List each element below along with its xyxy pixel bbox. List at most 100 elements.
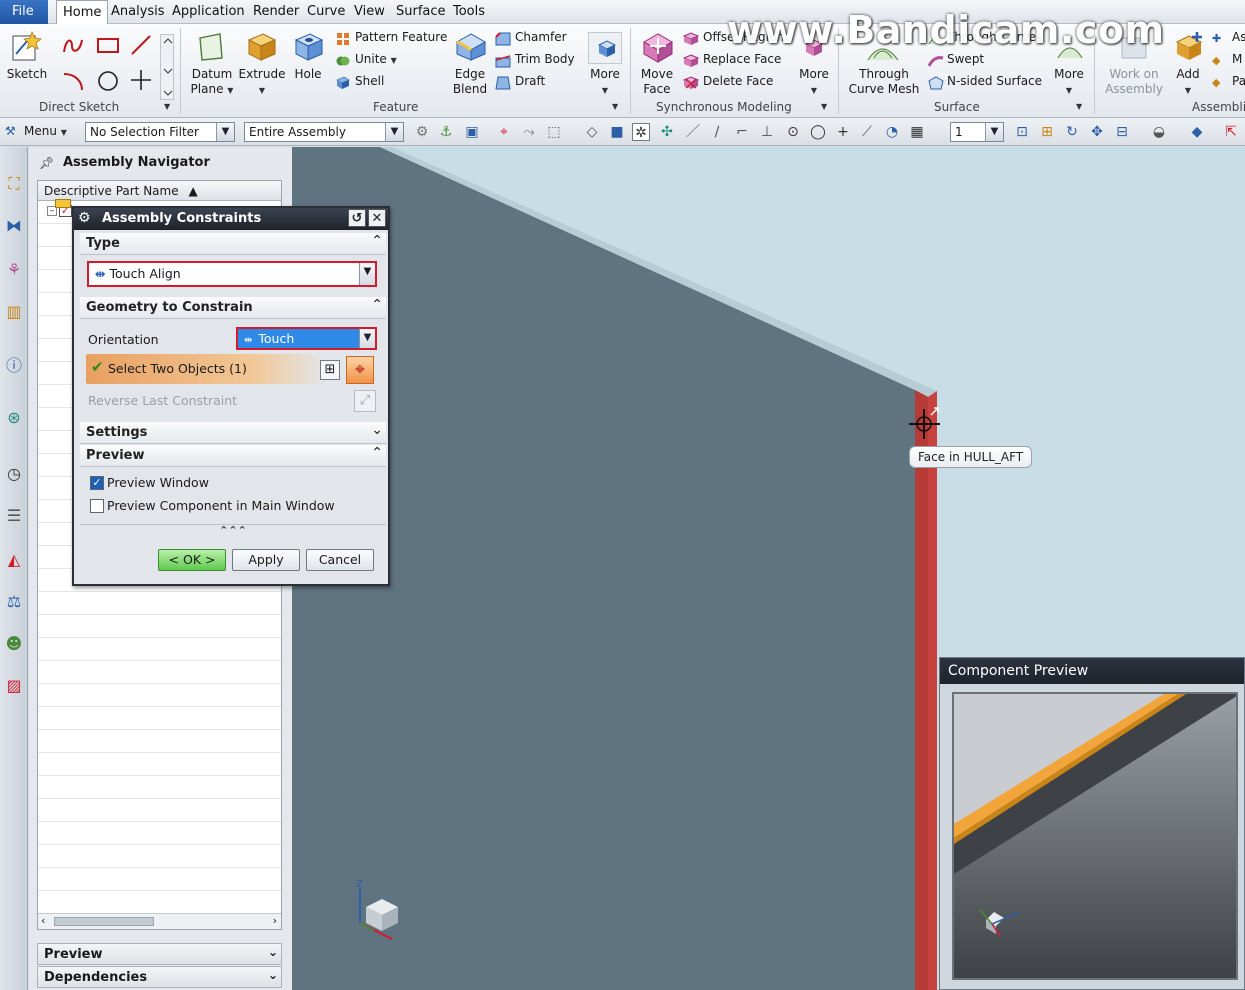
preview-section-header[interactable]: Preview ⌃: [80, 445, 386, 467]
menu-view[interactable]: View: [354, 4, 385, 19]
chamfer-icon[interactable]: [495, 32, 511, 49]
solid-body-filter-icon[interactable]: ◇: [583, 123, 601, 141]
ok-button[interactable]: < OK >: [158, 549, 226, 571]
extrude-label[interactable]: Extrude ▼: [238, 67, 286, 98]
pattern-feature-icon[interactable]: [336, 32, 350, 49]
dialog-title-bar[interactable]: ⚙ Assembly Constraints ↺ ✕: [74, 208, 388, 230]
reset-icon[interactable]: ↺: [348, 209, 366, 227]
orient-view-icon[interactable]: ⊟: [1113, 123, 1131, 141]
offset-region-icon[interactable]: [682, 32, 700, 49]
swept-label[interactable]: Swept: [947, 52, 984, 67]
move-face-icon[interactable]: [640, 30, 674, 67]
add-selection-icon[interactable]: ⊞: [320, 360, 340, 380]
replace-face-label[interactable]: Replace Face: [703, 52, 781, 67]
unite-label[interactable]: Unite ▼: [355, 52, 397, 68]
menu-render[interactable]: Render: [253, 4, 299, 19]
display-icon[interactable]: ◆: [1188, 123, 1206, 141]
assembly-cut-label-3[interactable]: Pa: [1232, 74, 1245, 89]
constraint-type-combo[interactable]: ⇹ Touch Align ▼: [87, 261, 377, 287]
point-on-curve-snap-icon[interactable]: ⟋: [858, 123, 876, 141]
n-sided-surface-icon[interactable]: [928, 76, 944, 93]
through-curve-mesh-label[interactable]: Through Curve Mesh: [846, 67, 922, 97]
settings-section-header[interactable]: Settings ⌄: [80, 422, 386, 444]
direct-sketch-group-dropdown-icon[interactable]: ▼: [164, 102, 170, 111]
menu-icon[interactable]: ⚒: [5, 124, 16, 138]
point-on-surface-snap-icon[interactable]: ◔: [883, 123, 901, 141]
arc-center-snap-icon[interactable]: ⊙: [784, 123, 802, 141]
process-studio-tab-icon[interactable]: ☰: [3, 503, 25, 529]
type-section-header[interactable]: Type ⌃: [80, 233, 386, 255]
move-face-label[interactable]: Move Face: [636, 67, 678, 97]
sketch-icon[interactable]: [10, 30, 42, 67]
gear-icon[interactable]: ⚙: [78, 210, 91, 226]
work-layer-combo[interactable]: 1 ▼: [950, 122, 1004, 142]
menu-button[interactable]: Menu ▼: [24, 124, 67, 140]
select-point-icon[interactable]: ⌖: [346, 356, 374, 384]
intersection-snap-icon[interactable]: ⊥: [758, 123, 776, 141]
apply-button[interactable]: Apply: [232, 549, 300, 571]
datum-plane-icon[interactable]: [196, 32, 226, 65]
bounded-grid-snap-icon[interactable]: ▦: [908, 123, 926, 141]
navigator-preview-section[interactable]: Preview ⌄: [37, 943, 282, 965]
geometry-section-header[interactable]: Geometry to Constrain ⌃: [80, 297, 386, 319]
menu-analysis[interactable]: Analysis: [111, 4, 165, 19]
column-header[interactable]: Descriptive Part Name ▲: [38, 181, 281, 201]
system-scenes-tab-icon[interactable]: ▨: [3, 673, 25, 699]
chevron-down-icon[interactable]: ⌄: [371, 422, 383, 438]
chamfer-label[interactable]: Chamfer: [515, 30, 567, 45]
scrollbar-thumb[interactable]: [54, 917, 154, 926]
point-icon[interactable]: [130, 68, 152, 95]
sync-group-dropdown-icon[interactable]: ▼: [821, 102, 827, 111]
assembly-navigator-tab-icon[interactable]: ⛶: [3, 171, 25, 197]
snap-settings-icon[interactable]: ✣: [658, 123, 676, 141]
chevron-down-icon[interactable]: ▼: [359, 329, 375, 348]
shell-label[interactable]: Shell: [355, 74, 384, 89]
menu-application[interactable]: Application: [172, 4, 245, 19]
selection-mode-icon[interactable]: ⚓: [437, 123, 455, 141]
sketch-label[interactable]: Sketch: [6, 67, 48, 82]
selection-scope-combo[interactable]: Entire Assembly ▼: [244, 122, 404, 142]
hole-label[interactable]: Hole: [290, 67, 326, 82]
info-tab-icon[interactable]: ⓘ: [3, 353, 25, 379]
shell-icon[interactable]: [336, 76, 350, 93]
more-surface-label[interactable]: More ▼: [1050, 67, 1088, 98]
draft-label[interactable]: Draft: [515, 74, 545, 89]
assembly-constraints-small-icon[interactable]: ✚: [1212, 32, 1221, 45]
more-feature-label[interactable]: More ▼: [586, 67, 624, 98]
surface-group-dropdown-icon[interactable]: ▼: [1076, 102, 1082, 111]
trim-body-icon[interactable]: [495, 54, 511, 71]
circle-icon[interactable]: [96, 69, 120, 96]
sketch-gallery-scroll[interactable]: [160, 34, 174, 100]
feature-group-dropdown-icon[interactable]: ▼: [612, 102, 618, 111]
chevron-down-icon[interactable]: ▼: [216, 123, 234, 141]
delete-face-icon[interactable]: [682, 76, 700, 93]
scroll-right-icon[interactable]: ›: [273, 914, 277, 927]
snap-icon[interactable]: ⌖: [495, 123, 513, 141]
more-feature-icon[interactable]: [588, 32, 622, 64]
arc-icon[interactable]: [62, 70, 86, 95]
hole-icon[interactable]: [292, 30, 324, 65]
chevron-up-icon[interactable]: ⌃: [371, 233, 383, 249]
pan-icon[interactable]: ✥: [1088, 123, 1106, 141]
chevron-down-icon[interactable]: ▼: [359, 263, 375, 285]
preview-component-checkbox[interactable]: [90, 499, 104, 513]
chevron-down-icon[interactable]: ⌄: [268, 968, 278, 982]
menu-file[interactable]: File: [0, 0, 48, 24]
menu-tools[interactable]: Tools: [453, 4, 485, 19]
chevron-down-icon[interactable]: ▼: [385, 123, 403, 141]
pattern-feature-label[interactable]: Pattern Feature: [355, 30, 447, 45]
reverse-constraint-icon[interactable]: ⤢: [354, 390, 376, 412]
preview-window-checkbox[interactable]: ✓: [90, 476, 104, 490]
n-sided-surface-label[interactable]: N-sided Surface: [947, 74, 1042, 89]
system-materials-tab-icon[interactable]: ⚖: [3, 589, 25, 615]
work-on-assembly-label[interactable]: Work on Assembly: [1102, 67, 1166, 97]
chevron-down-icon[interactable]: ⌄: [268, 945, 278, 959]
chevron-up-icon[interactable]: ⌃: [371, 445, 383, 461]
navigator-dependencies-section[interactable]: Dependencies ⌄: [37, 966, 282, 988]
draft-icon[interactable]: [495, 76, 511, 93]
component-preview-viewport[interactable]: [952, 692, 1238, 980]
menu-surface[interactable]: Surface: [396, 4, 446, 19]
feature-selection-icon[interactable]: ▣: [463, 123, 481, 141]
replace-face-icon[interactable]: [682, 54, 700, 71]
web-browser-tab-icon[interactable]: ⊛: [3, 405, 25, 431]
